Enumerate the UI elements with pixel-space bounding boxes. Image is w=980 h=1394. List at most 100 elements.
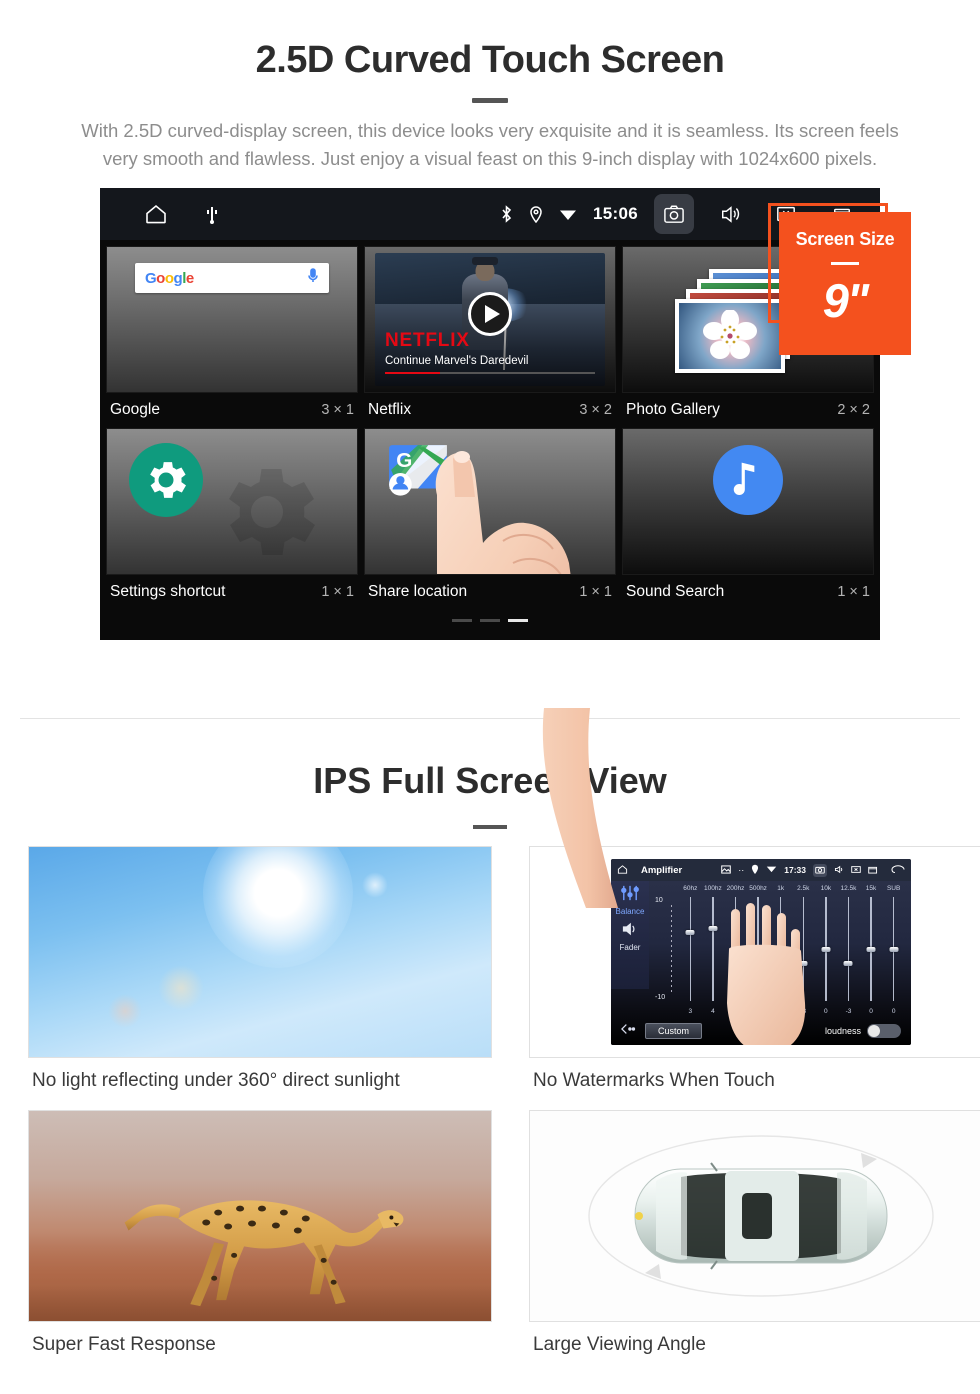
search-input[interactable]: Google (135, 263, 329, 294)
volume-icon[interactable] (710, 194, 750, 234)
band-label: 10k (820, 885, 832, 892)
feature-tiles: No light reflecting under 360° direct su… (28, 846, 980, 1374)
widget-size: 2 × 2 (837, 402, 870, 419)
sound-search-widget[interactable] (622, 428, 874, 576)
widget-name: Settings shortcut (110, 583, 226, 601)
google-logo: Google (145, 269, 194, 287)
widget-share-location[interactable]: G Share location 1 × 1 (364, 428, 616, 610)
widget-row-2: Settings shortcut 1 × 1 G Share location… (106, 428, 874, 610)
widget-google[interactable]: Google Google 3 × 1 (106, 246, 358, 428)
widget-size: 3 × 1 (321, 402, 354, 419)
widget-name: Sound Search (626, 583, 725, 601)
widget-size: 1 × 1 (321, 584, 354, 601)
band-label: 500hz (749, 885, 767, 892)
car-top-view-illustration (529, 1110, 980, 1322)
netflix-progress-bar (385, 372, 595, 375)
sunlight-sky-photo (28, 846, 492, 1058)
recent-apps-icon[interactable] (868, 865, 878, 876)
band-label: 12.5k (840, 885, 857, 892)
location-pin-icon (751, 864, 759, 876)
cherry-blossom-photo (703, 310, 757, 360)
widget-settings-shortcut[interactable]: Settings shortcut 1 × 1 (106, 428, 358, 610)
scale-top: 10 (655, 897, 663, 904)
eq-scale: 10 -10 (653, 897, 679, 1001)
gallery-icon[interactable] (721, 864, 732, 876)
location-pin-icon (529, 205, 543, 224)
widget-size: 1 × 1 (579, 584, 612, 601)
prev-preset-icon[interactable] (621, 1022, 637, 1040)
music-note-icon[interactable] (713, 445, 783, 516)
band-label: 60hz (683, 885, 698, 892)
google-search-widget[interactable]: Google (106, 246, 358, 394)
tile-caption: Large Viewing Angle (533, 1334, 706, 1355)
widget-netflix[interactable]: NETFLIX Continue Marvel's Daredevil Netf… (364, 246, 616, 428)
band-label: 2.5k (797, 885, 810, 892)
home-icon[interactable] (144, 202, 168, 226)
volume-icon[interactable] (834, 865, 844, 876)
preset-button[interactable]: Custom (645, 1023, 703, 1039)
svg-text:G: G (396, 449, 412, 472)
loudness-toggle[interactable] (867, 1024, 901, 1038)
band-label: 200hz (726, 885, 745, 892)
amplifier-screen: Amplifier ·· 17:33 Balance Fader 60hz 10… (611, 859, 911, 1045)
eq-slider[interactable] (860, 897, 883, 1001)
eq-value: 0 (824, 1008, 828, 1015)
eq-value: 0 (891, 1008, 896, 1015)
widget-grid: Google Google 3 × 1 NETFLIX Continue Mar… (100, 240, 880, 623)
eq-slider[interactable] (679, 897, 702, 1001)
eq-slider[interactable] (882, 897, 905, 1001)
touching-hand-illustration (727, 903, 806, 1045)
microphone-icon[interactable] (307, 267, 319, 289)
amplifier-clock: 17:33 (784, 865, 806, 875)
widget-name: Share location (368, 583, 468, 601)
wifi-icon (766, 865, 777, 875)
device-screenshot: 15:06 Google Google 3 × 1 NETFLIX Contin… (100, 188, 880, 909)
tile-caption: Super Fast Response (32, 1334, 216, 1355)
gear-icon[interactable] (129, 443, 203, 518)
page-indicator (106, 610, 874, 623)
section-1-description: With 2.5D curved-display screen, this de… (81, 119, 899, 170)
section-1-title: 2.5D Curved Touch Screen (255, 39, 725, 81)
page-dot-2[interactable] (480, 619, 500, 623)
widget-caption: Sound Search 1 × 1 (622, 575, 874, 610)
page-dot-3[interactable] (508, 619, 528, 623)
play-icon[interactable] (468, 292, 512, 337)
band-label: 1k (777, 885, 785, 892)
widget-caption: Share location 1 × 1 (364, 575, 616, 610)
settings-widget[interactable] (106, 428, 358, 576)
close-box-icon[interactable] (851, 865, 861, 876)
widget-caption: Photo Gallery 2 × 2 (622, 393, 874, 428)
widget-row-1: Google Google 3 × 1 NETFLIX Continue Mar… (106, 246, 874, 428)
widget-sound-search[interactable]: Sound Search 1 × 1 (622, 428, 874, 610)
section-divider (20, 718, 960, 719)
eq-slider[interactable] (815, 897, 838, 1001)
cheetah-silhouette (124, 1200, 404, 1307)
back-arrow-icon[interactable] (891, 864, 905, 876)
camera-icon[interactable] (813, 863, 827, 877)
amplifier-title-bar: Amplifier ·· 17:33 (611, 859, 911, 881)
android-home-screen: 15:06 Google Google 3 × 1 NETFLIX Contin… (100, 188, 880, 641)
netflix-widget[interactable]: NETFLIX Continue Marvel's Daredevil (364, 246, 616, 394)
band-labels: 60hz 100hz 200hz 500hz 1k 2.5k 10k 12.5k (653, 885, 905, 892)
widget-name: Photo Gallery (626, 401, 720, 419)
badge-label: Screen Size (795, 229, 895, 249)
eq-value: 3 (688, 1008, 693, 1015)
share-location-widget[interactable]: G (364, 428, 616, 576)
eq-value: 0 (869, 1008, 873, 1015)
running-cheetah-photo (28, 1110, 492, 1322)
eq-slider[interactable] (837, 897, 860, 1001)
wifi-icon (559, 207, 577, 221)
fader-label[interactable]: Fader (611, 942, 649, 952)
screen-size-badge: Screen Size 9" (779, 212, 911, 355)
loudness-label: loudness (824, 1026, 861, 1036)
page-dot-1[interactable] (452, 619, 472, 623)
eq-value: -3 (845, 1008, 852, 1015)
tile-row-2: Super Fast Response Large Viewing Angle (28, 1110, 980, 1374)
more-icon[interactable]: ·· (738, 865, 744, 875)
widget-size: 3 × 2 (579, 402, 612, 419)
band-label: 100hz (704, 885, 722, 892)
car-diagram (588, 1135, 934, 1297)
tile-row-1: No light reflecting under 360° direct su… (28, 846, 980, 1110)
camera-icon[interactable] (654, 194, 694, 235)
widget-caption: Netflix 3 × 2 (364, 393, 616, 428)
